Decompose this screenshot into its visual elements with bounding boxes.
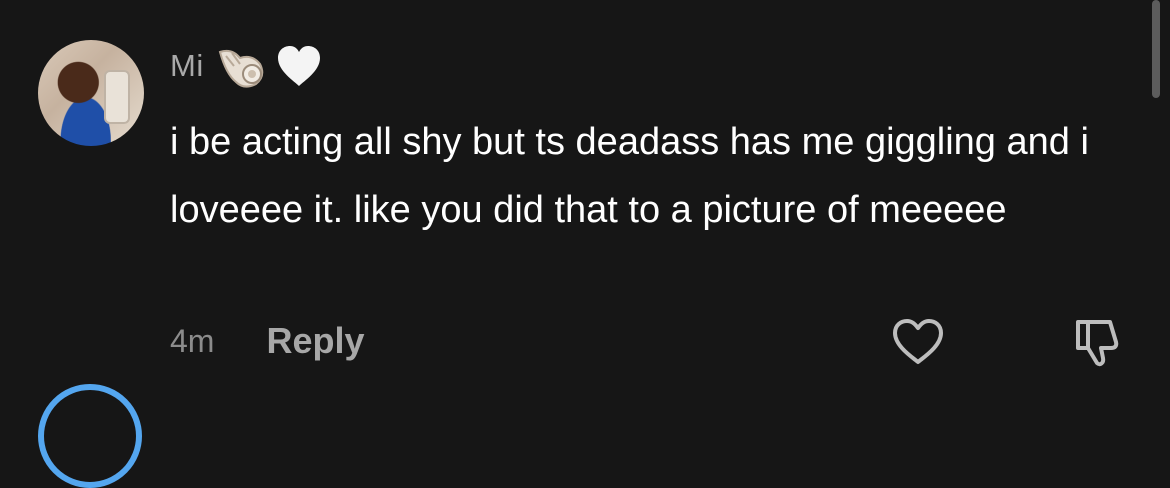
next-comment-avatar[interactable] xyxy=(38,384,142,488)
thumbs-down-icon[interactable] xyxy=(1070,312,1126,368)
username[interactable]: Mi xyxy=(170,48,204,84)
reply-button[interactable]: Reply xyxy=(266,320,364,362)
avatar-phone-detail xyxy=(104,70,130,124)
spiral-shell-icon xyxy=(218,49,264,88)
comment-text: i be acting all shy but ts deadass has m… xyxy=(170,121,1089,231)
heart-outline-icon[interactable] xyxy=(890,318,946,366)
more-options-icon[interactable] xyxy=(1086,0,1100,4)
comment-meta: 4m Reply xyxy=(170,320,365,362)
avatar[interactable] xyxy=(38,40,144,146)
timestamp: 4m xyxy=(170,322,215,359)
white-heart-icon xyxy=(278,46,320,86)
scrollbar[interactable] xyxy=(1152,0,1160,98)
